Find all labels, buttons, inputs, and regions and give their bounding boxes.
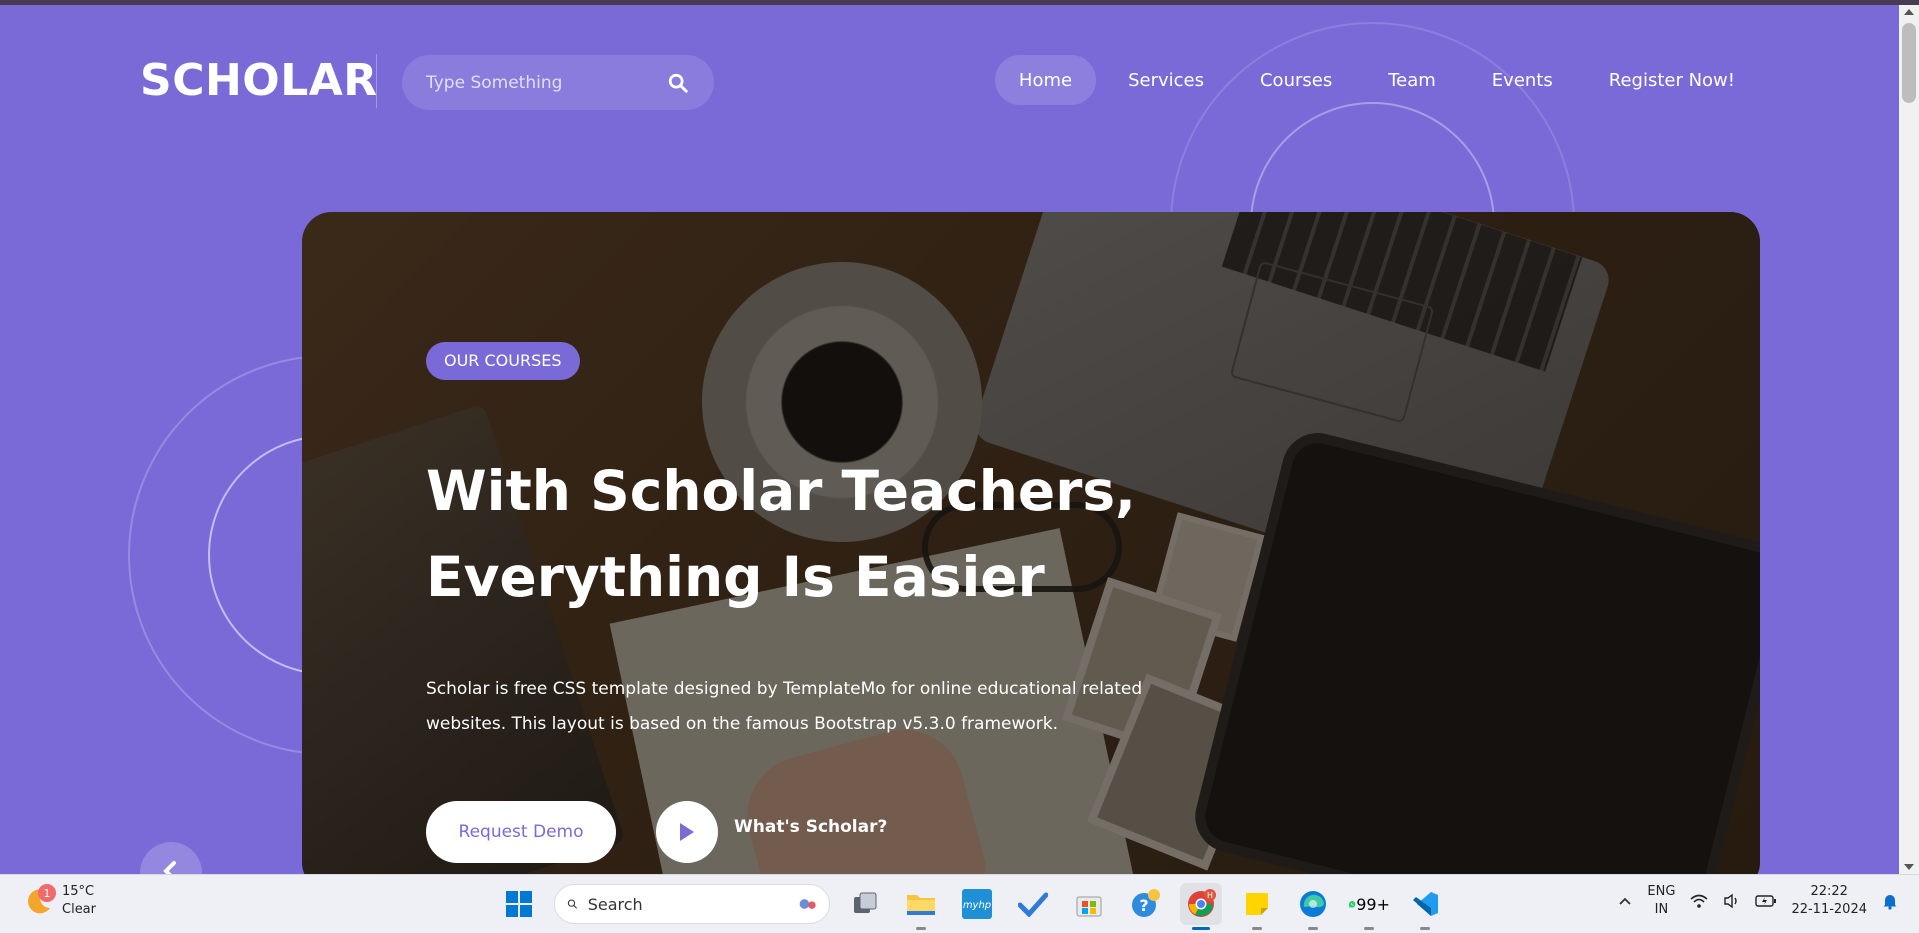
taskbar-search[interactable] bbox=[554, 884, 830, 924]
hero-banner: OUR COURSES With Scholar Teachers, Every… bbox=[302, 212, 1760, 892]
weather-condition: Clear bbox=[62, 902, 96, 917]
header-divider bbox=[376, 54, 377, 108]
sticky-notes-icon[interactable] bbox=[1236, 883, 1278, 930]
microsoft-store-icon[interactable] bbox=[1068, 883, 1110, 925]
hero-title-line: Everything Is Easier bbox=[426, 545, 1045, 609]
weather-widget[interactable]: 1 15°C Clear bbox=[24, 883, 96, 919]
search-icon[interactable] bbox=[666, 71, 690, 95]
system-tray: ENG IN 22:22 22-11-2024 bbox=[1617, 883, 1899, 919]
chrome-icon[interactable]: H bbox=[1180, 883, 1222, 930]
svg-text:?: ? bbox=[1139, 896, 1148, 915]
task-view-icon[interactable] bbox=[844, 883, 886, 925]
file-explorer-icon[interactable] bbox=[900, 883, 942, 930]
chevron-up-icon[interactable] bbox=[1617, 893, 1633, 909]
weather-temp: 15°C bbox=[62, 884, 95, 899]
search-input[interactable] bbox=[426, 72, 666, 93]
nav-courses[interactable]: Courses bbox=[1236, 55, 1356, 105]
notification-bell-icon[interactable] bbox=[1881, 892, 1899, 910]
site-logo[interactable]: SCHOLAR bbox=[140, 55, 378, 106]
clock-date: 22-11-2024 bbox=[1791, 902, 1867, 917]
hero-content: OUR COURSES With Scholar Teachers, Every… bbox=[426, 342, 1186, 742]
todo-icon[interactable] bbox=[1012, 883, 1054, 925]
edge-icon[interactable] bbox=[1292, 883, 1334, 930]
language-indicator[interactable]: ENG IN bbox=[1647, 883, 1675, 919]
myhp-icon[interactable]: myhp bbox=[956, 883, 998, 925]
scroll-down-arrow[interactable] bbox=[1904, 864, 1914, 870]
volume-icon[interactable] bbox=[1723, 893, 1741, 909]
weather-text: 15°C Clear bbox=[62, 883, 96, 919]
hero-title: With Scholar Teachers, Everything Is Eas… bbox=[426, 448, 1186, 620]
svg-text:myhp: myhp bbox=[963, 900, 991, 911]
scroll-up-arrow[interactable] bbox=[1904, 9, 1914, 15]
main-nav: Home Services Courses Team Events Regist… bbox=[994, 55, 1759, 105]
vscode-icon[interactable] bbox=[1404, 883, 1446, 930]
hero-description: Scholar is free CSS template designed by… bbox=[426, 679, 1143, 734]
wifi-icon[interactable] bbox=[1689, 893, 1709, 909]
whats-scholar-link[interactable]: What's Scholar? bbox=[734, 817, 887, 837]
search-bar bbox=[402, 55, 714, 110]
play-video-button[interactable] bbox=[656, 801, 718, 863]
battery-icon[interactable] bbox=[1755, 894, 1777, 908]
windows-taskbar: 1 15°C Clear myhp bbox=[0, 874, 1919, 933]
search-highlight-icon bbox=[799, 899, 816, 909]
region-code: IN bbox=[1654, 902, 1669, 917]
whatsapp-icon[interactable]: 99+ bbox=[1348, 883, 1390, 930]
page-scrollbar[interactable] bbox=[1899, 5, 1919, 874]
whatsapp-badge: 99+ bbox=[1356, 894, 1390, 914]
scroll-thumb[interactable] bbox=[1902, 23, 1916, 103]
taskbar-apps: myhp ? H 99+ bbox=[498, 883, 1446, 930]
nav-team[interactable]: Team bbox=[1364, 55, 1460, 105]
nav-services[interactable]: Services bbox=[1104, 55, 1228, 105]
help-icon[interactable]: ? bbox=[1124, 883, 1166, 925]
start-icon[interactable] bbox=[498, 883, 540, 925]
request-demo-button[interactable]: Request Demo bbox=[426, 801, 616, 863]
weather-badge: 1 bbox=[38, 884, 56, 902]
clock-time: 22:22 bbox=[1810, 884, 1848, 899]
moon-icon: 1 bbox=[24, 884, 56, 916]
category-badge: OUR COURSES bbox=[426, 342, 580, 380]
search-icon bbox=[567, 899, 577, 909]
hero-title-line: With Scholar Teachers, bbox=[426, 459, 1136, 523]
nav-events[interactable]: Events bbox=[1468, 55, 1577, 105]
nav-register[interactable]: Register Now! bbox=[1585, 55, 1759, 105]
language-code: ENG bbox=[1647, 884, 1676, 899]
play-icon bbox=[680, 823, 694, 841]
clock[interactable]: 22:22 22-11-2024 bbox=[1791, 883, 1867, 919]
nav-home[interactable]: Home bbox=[994, 55, 1097, 105]
taskbar-search-input[interactable] bbox=[587, 894, 788, 914]
svg-text:H: H bbox=[1207, 891, 1213, 900]
